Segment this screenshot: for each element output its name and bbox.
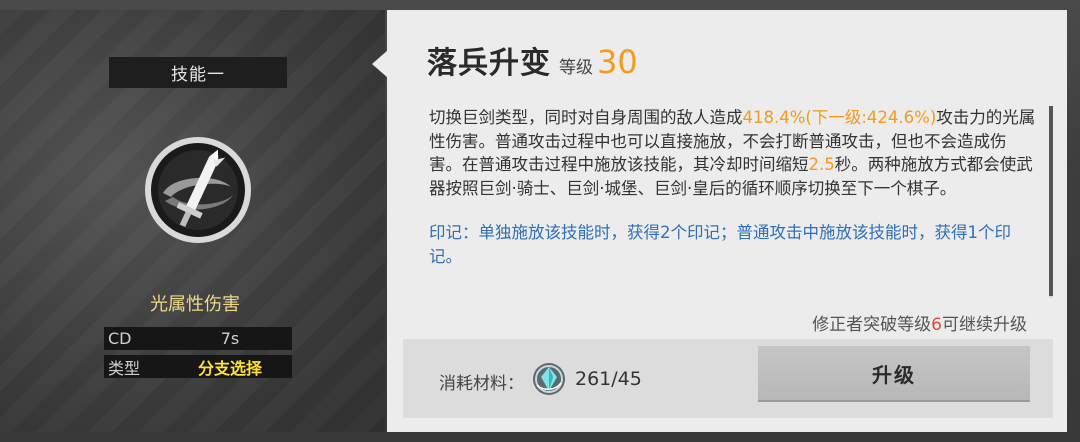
material-count: 261/45 [575,368,642,390]
upgrade-cost-bar: 消耗材料： 261/45 升级 [403,339,1053,418]
stat-row-type: 类型 分支选择 [104,355,292,378]
scrollbar-thumb[interactable] [1049,106,1053,296]
panel-pointer [372,50,388,78]
level-label: 等级 [559,58,593,78]
stat-value: 7s [220,329,240,348]
stat-key: CD [108,329,132,348]
skill-name: 落兵升变 [427,46,551,81]
required-breakthrough-level: 6 [931,315,942,335]
note-text: 修正者突破等级 [812,315,932,335]
desc-text: 切换巨剑类型，同时对自身周围的敌人造成 [429,108,743,127]
cost-label: 消耗材料： [439,374,524,394]
greatsword-skill-icon[interactable] [143,135,253,245]
stat-row-cd: CD 7s [104,327,292,350]
skill-window: 技能一 光属性伤害 CD 7s 类型 分支选择 落兵升变 等级 30 切换巨剑类… [0,0,1080,442]
cooldown-reduction: 2.5 [808,155,835,174]
level-value: 30 [597,43,638,81]
note-text: 可继续升级 [942,315,1027,335]
skill-summary-panel: 技能一 光属性伤害 CD 7s 类型 分支选择 [0,10,385,432]
damage-percent: 418.4%(下一级:424.6%) [742,108,937,127]
upgrade-button[interactable]: 升级 [758,346,1030,400]
skill-title: 落兵升变 等级 30 [427,38,638,82]
skill-slot-header: 技能一 [109,57,287,88]
skill-description[interactable]: 切换巨剑类型，同时对自身周围的敌人造成418.4%(下一级:424.6%)攻击力… [429,106,1039,298]
description-mark: 印记：单独施放该技能时，获得2个印记；普通攻击中施放该技能时，获得1个印记。 [429,223,1011,266]
damage-type-label: 光属性伤害 [150,294,240,315]
upgrade-requirement: 修正者突破等级6可继续升级 [812,310,1027,335]
description-scrollbar[interactable] [1049,106,1053,298]
description-main: 切换巨剑类型，同时对自身周围的敌人造成418.4%(下一级:424.6%)攻击力… [429,106,1039,200]
stat-key: 类型 [108,358,141,378]
stat-value: 分支选择 [197,358,262,378]
crystal-material-icon[interactable] [531,361,567,397]
skill-detail-panel: 落兵升变 等级 30 切换巨剑类型，同时对自身周围的敌人造成418.4%(下一级… [387,10,1067,432]
